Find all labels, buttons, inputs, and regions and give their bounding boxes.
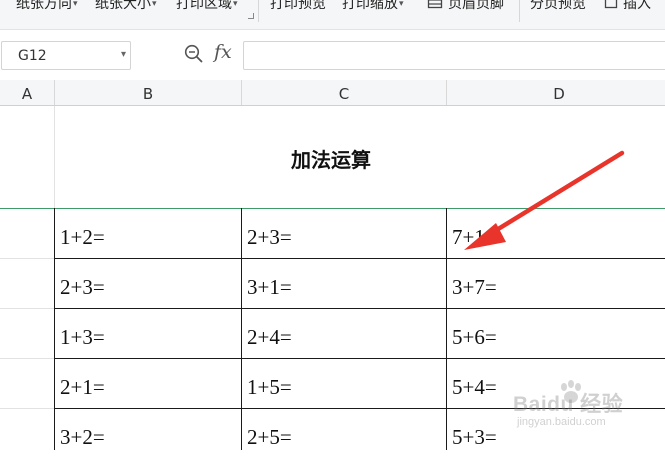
table-cell[interactable]: 3+7= (447, 258, 665, 308)
table-cell[interactable]: 3+1= (242, 258, 446, 308)
paper-size-label: 纸张大小 (95, 0, 151, 12)
gridline (0, 358, 55, 359)
table-cell[interactable]: 1+3= (55, 308, 241, 358)
insert-icon (604, 0, 618, 9)
dialog-launcher-icon[interactable] (248, 13, 254, 19)
table-cell[interactable]: 5+6= (447, 308, 665, 358)
page-break-preview-button[interactable]: 分页预览 (530, 0, 586, 15)
zoom-search-icon[interactable] (184, 44, 204, 64)
insert-function-icon[interactable]: fx (214, 41, 232, 63)
column-header-b[interactable]: B (55, 80, 242, 105)
insert-label: 插入 (623, 0, 651, 12)
formula-bar: G12 ▾ fx (0, 30, 665, 81)
header-footer-button[interactable]: 页眉页脚 (448, 0, 504, 15)
table-cell[interactable]: 2+3= (55, 258, 241, 308)
paper-orientation-label: 纸张方向 (16, 0, 72, 12)
formula-input[interactable] (243, 41, 665, 70)
header-footer-icon (427, 0, 443, 9)
paper-size-button[interactable]: 纸张大小▾ (95, 0, 157, 15)
print-scaling-button[interactable]: 打印缩放▾ (342, 0, 404, 15)
chevron-down-icon: ▾ (399, 0, 404, 9)
table-cell[interactable]: 1+5= (242, 358, 446, 408)
table-cell[interactable]: 2+3= (242, 208, 446, 258)
baidu-watermark: Baidu 经验 jingyan.baidu.com (503, 380, 665, 450)
ribbon-separator (258, 0, 259, 22)
chevron-down-icon[interactable]: ▾ (121, 49, 126, 60)
chevron-down-icon: ▾ (233, 0, 238, 9)
sheet-title: 加法运算 (291, 147, 371, 172)
print-preview-label: 打印预览 (270, 0, 326, 12)
print-preview-button[interactable]: 打印预览 (270, 0, 326, 15)
table-cell[interactable]: 2+1= (55, 358, 241, 408)
column-header-a[interactable]: A (0, 80, 55, 105)
table-cell[interactable]: 2+4= (242, 308, 446, 358)
watermark-logo-text: Baidu 经验 (513, 393, 624, 416)
name-box[interactable]: G12 ▾ (1, 41, 131, 70)
page-break-preview-label: 分页预览 (530, 0, 586, 12)
column-header-c[interactable]: C (242, 80, 447, 105)
watermark-url: jingyan.baidu.com (517, 416, 606, 428)
insert-button[interactable]: 插入 (623, 0, 651, 15)
print-scaling-label: 打印缩放 (342, 0, 398, 12)
table-cell[interactable]: 3+2= (55, 408, 241, 458)
gridline (0, 408, 55, 409)
chevron-down-icon: ▾ (73, 0, 78, 9)
chevron-down-icon: ▾ (152, 0, 157, 9)
column-header-row: A B C D (0, 80, 665, 106)
table-cell[interactable]: 2+5= (242, 408, 446, 458)
table-cell[interactable]: 7+1= (447, 208, 665, 258)
print-area-label: 打印区域 (176, 0, 232, 12)
column-header-d[interactable]: D (447, 80, 665, 105)
gridline (0, 308, 55, 309)
paper-orientation-button[interactable]: 纸张方向▾ (16, 0, 78, 15)
merged-title-cell[interactable]: 加法运算 (55, 106, 665, 208)
page-setup-ribbon: 纸张方向▾ 纸张大小▾ 打印区域▾ 打印预览 打印缩放▾ 页眉页脚 分页预览 插… (0, 0, 665, 30)
name-box-value: G12 (18, 48, 47, 64)
table-cell[interactable]: 1+2= (55, 208, 241, 258)
header-footer-label: 页眉页脚 (448, 0, 504, 12)
print-area-button[interactable]: 打印区域▾ (176, 0, 238, 15)
gridline (0, 258, 55, 259)
ribbon-separator (519, 0, 520, 22)
